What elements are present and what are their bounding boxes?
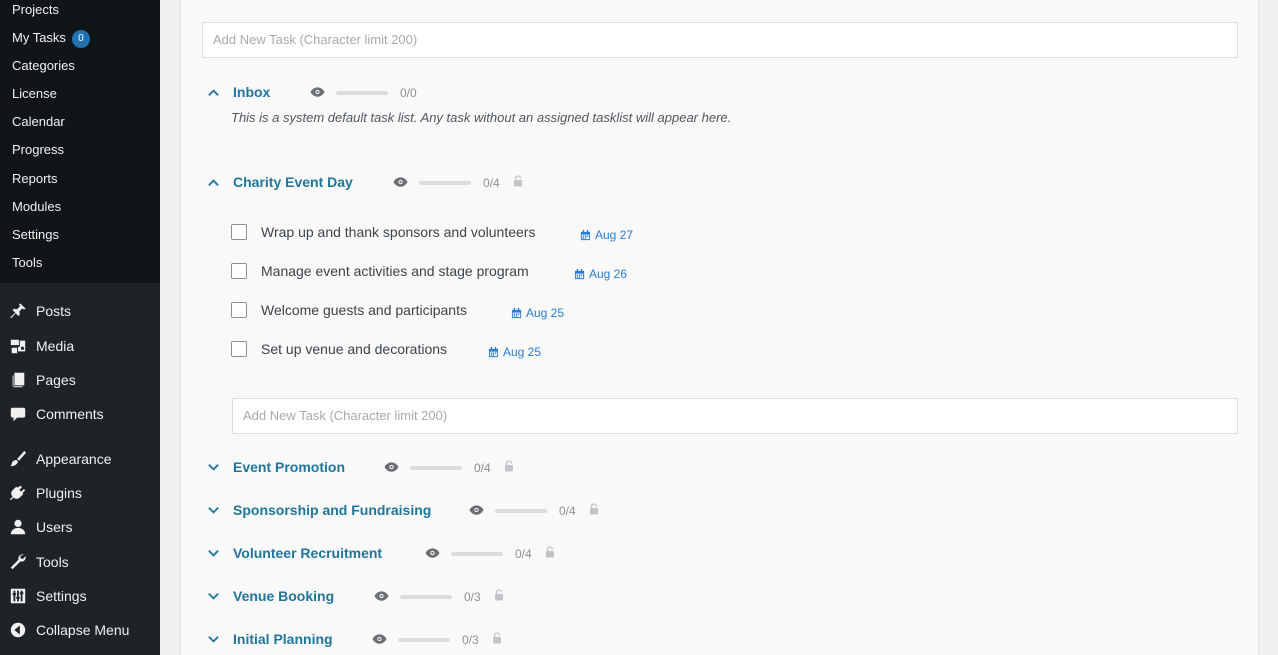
user-icon: [0, 518, 36, 536]
chevron-down-icon[interactable]: [202, 584, 224, 608]
collapse-menu-button[interactable]: Collapse Menu: [0, 615, 160, 645]
progress-bar: [495, 509, 547, 513]
due-date[interactable]: Aug 25: [488, 345, 541, 359]
lock-icon[interactable]: [513, 175, 523, 187]
task-checkbox[interactable]: [231, 341, 247, 357]
submenu-item-modules[interactable]: Modules: [12, 197, 61, 217]
menu-item-tools[interactable]: Tools: [0, 547, 160, 577]
due-date[interactable]: Aug 27: [580, 228, 633, 242]
chevron-up-icon[interactable]: [202, 170, 224, 194]
tasklist-header-event-promotion[interactable]: Event Promotion: [202, 455, 345, 479]
comment-icon: [0, 405, 36, 423]
submenu-item-calendar[interactable]: Calendar: [12, 112, 65, 132]
progress-bar: [410, 466, 462, 470]
submenu-item-projects[interactable]: Projects: [12, 0, 59, 20]
eye-icon[interactable]: [425, 547, 441, 559]
calendar-icon: [511, 307, 522, 318]
calendar-icon: [574, 268, 585, 279]
chevron-down-icon[interactable]: [202, 627, 224, 651]
add-task-input-top[interactable]: Add New Task (Character limit 200): [202, 22, 1238, 58]
submenu-item-license[interactable]: License: [12, 84, 57, 104]
tasklist-header-sponsorship-and-fundraising[interactable]: Sponsorship and Fundraising: [202, 498, 431, 522]
tasklist-header-venue-booking[interactable]: Venue Booking: [202, 584, 334, 608]
submenu-item-categories[interactable]: Categories: [12, 56, 75, 76]
task-item: Set up venue and decorations: [231, 339, 447, 359]
menu-item-users[interactable]: Users: [0, 512, 160, 542]
pin-icon: [0, 302, 36, 320]
menu-item-pages[interactable]: Pages: [0, 365, 160, 395]
chevron-up-icon[interactable]: [202, 80, 224, 104]
progress-bar: [419, 181, 471, 185]
task-checkbox[interactable]: [231, 302, 247, 318]
task-item: Manage event activities and stage progra…: [231, 261, 529, 281]
submenu-item-settings[interactable]: Settings: [12, 225, 59, 245]
menu-item-settings[interactable]: Settings: [0, 581, 160, 611]
menu-item-comments[interactable]: Comments: [0, 399, 160, 429]
due-date[interactable]: Aug 25: [511, 306, 564, 320]
eye-icon[interactable]: [310, 86, 326, 98]
progress-bar: [451, 552, 503, 556]
task-checkbox[interactable]: [231, 224, 247, 240]
progress-count: 0/3: [464, 590, 481, 604]
calendar-icon: [488, 346, 499, 357]
collapse-icon: [0, 621, 36, 639]
menu-item-media[interactable]: Media: [0, 331, 160, 361]
sliders-icon: [0, 587, 36, 605]
progress-count: 0/4: [559, 504, 576, 518]
lock-icon[interactable]: [492, 632, 502, 644]
chevron-down-icon[interactable]: [202, 498, 224, 522]
submenu-item-tools[interactable]: Tools: [12, 253, 42, 273]
tasklist-header-inbox[interactable]: Inbox: [202, 80, 270, 104]
add-task-input-list[interactable]: Add New Task (Character limit 200): [232, 398, 1238, 434]
progress-count: 0/3: [462, 633, 479, 647]
due-date[interactable]: Aug 26: [574, 267, 627, 281]
media-icon: [0, 337, 36, 355]
progress-count: 0/4: [483, 176, 500, 190]
submenu-item-my-tasks[interactable]: My Tasks 0: [12, 28, 90, 48]
task-count-badge: 0: [71, 30, 90, 48]
plug-icon: [0, 484, 36, 502]
submenu-item-reports[interactable]: Reports: [12, 169, 58, 189]
tasklist-header-initial-planning[interactable]: Initial Planning: [202, 627, 333, 651]
plugin-submenu: Projects My Tasks 0 Categories License Ca…: [0, 0, 160, 283]
wrench-icon: [0, 553, 36, 571]
calendar-icon: [580, 229, 591, 240]
lock-icon[interactable]: [494, 589, 504, 601]
progress-bar: [336, 91, 388, 95]
submenu-item-progress[interactable]: Progress: [12, 140, 64, 160]
chevron-down-icon[interactable]: [202, 541, 224, 565]
task-checkbox[interactable]: [231, 263, 247, 279]
eye-icon[interactable]: [374, 590, 390, 602]
lock-icon[interactable]: [589, 503, 599, 515]
task-item: Wrap up and thank sponsors and volunteer…: [231, 222, 535, 242]
progress-count: 0/4: [515, 547, 532, 561]
eye-icon[interactable]: [384, 461, 400, 473]
eye-icon[interactable]: [372, 633, 388, 645]
task-item: Welcome guests and participants: [231, 300, 467, 320]
tasklist-header-charity-event-day[interactable]: Charity Event Day: [202, 170, 353, 194]
menu-item-plugins[interactable]: Plugins: [0, 478, 160, 508]
lock-icon[interactable]: [545, 546, 555, 558]
pages-icon: [0, 371, 36, 389]
eye-icon[interactable]: [469, 504, 485, 516]
progress-bar: [398, 638, 450, 642]
tasklist-description: This is a system default task list. Any …: [231, 110, 732, 125]
brush-icon: [0, 450, 36, 468]
progress-count: 0/0: [400, 86, 417, 100]
tasklist-header-volunteer-recruitment[interactable]: Volunteer Recruitment: [202, 541, 382, 565]
menu-item-appearance[interactable]: Appearance: [0, 444, 160, 474]
chevron-down-icon[interactable]: [202, 455, 224, 479]
eye-icon[interactable]: [393, 176, 409, 188]
progress-count: 0/4: [474, 461, 491, 475]
admin-sidebar: Projects My Tasks 0 Categories License Ca…: [0, 0, 160, 655]
lock-icon[interactable]: [504, 460, 514, 472]
menu-item-posts[interactable]: Posts: [0, 296, 160, 326]
progress-bar: [400, 595, 452, 599]
